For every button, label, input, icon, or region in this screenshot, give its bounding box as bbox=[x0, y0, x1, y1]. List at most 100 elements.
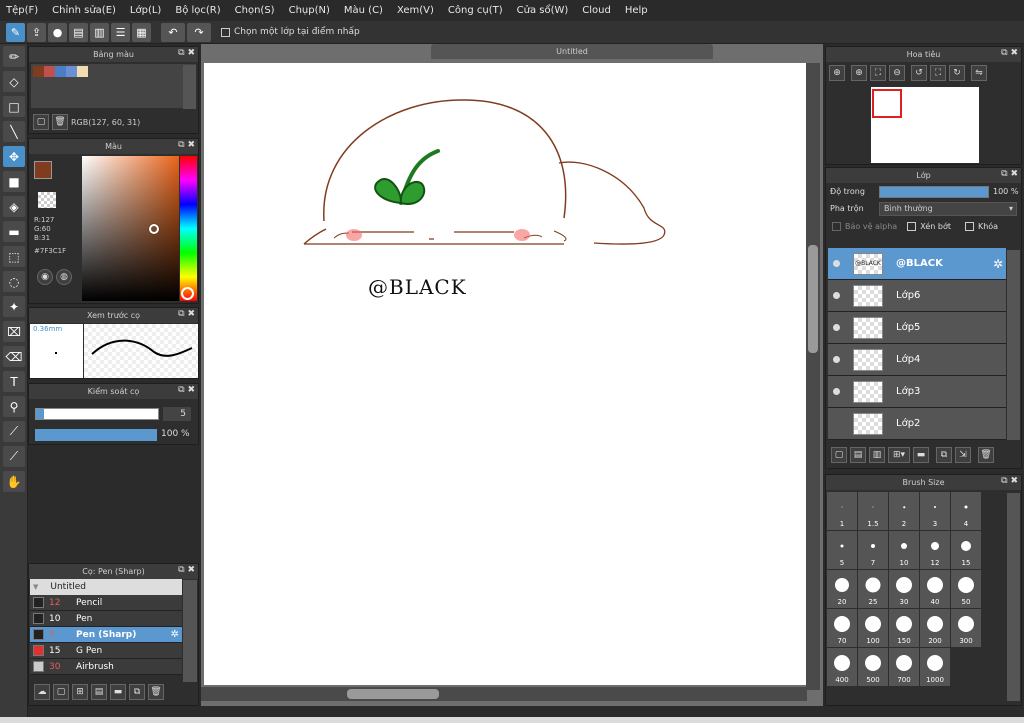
brush-size-cell[interactable]: 150 bbox=[889, 609, 920, 648]
visibility-eye-icon[interactable] bbox=[833, 292, 840, 299]
select-pen-icon[interactable]: ⌧ bbox=[3, 321, 25, 342]
panel-close-icon[interactable]: ⧉ ✖ bbox=[178, 309, 195, 319]
menu-item[interactable]: Chụp(N) bbox=[289, 5, 330, 16]
color-palette-icon[interactable]: ◍ bbox=[56, 269, 72, 285]
gradient-tool-icon[interactable]: ▬ bbox=[3, 221, 25, 242]
palette-swatch[interactable] bbox=[33, 66, 44, 77]
delete-brush-icon[interactable]: 🗑 bbox=[148, 684, 164, 700]
panel-close-icon[interactable]: ⧉ ✖ bbox=[1001, 48, 1018, 58]
layer-row[interactable]: Lớp3 bbox=[828, 376, 1006, 408]
grid-icon[interactable]: ▦ bbox=[132, 22, 151, 42]
brush-size-slider[interactable] bbox=[35, 408, 159, 420]
brush-size-value[interactable]: 5 bbox=[163, 407, 191, 421]
new-1bit-layer-icon[interactable]: ▥ bbox=[869, 447, 885, 463]
canvas-vertical-scrollbar[interactable] bbox=[806, 63, 820, 690]
add-brush-icon[interactable]: ⊞ bbox=[72, 684, 88, 700]
line-tool-icon[interactable]: ╲ bbox=[3, 121, 25, 142]
menu-item[interactable]: Cloud bbox=[582, 5, 611, 16]
brush-size-cell[interactable]: 4 bbox=[951, 492, 982, 531]
brush-mode-icon[interactable]: ✎ bbox=[6, 22, 25, 42]
brush-size-cell[interactable]: 15 bbox=[951, 531, 982, 570]
new-brush-icon[interactable]: ▢ bbox=[53, 684, 69, 700]
rect-tool-icon[interactable]: □ bbox=[3, 96, 25, 117]
brush-size-cell[interactable]: 100 bbox=[858, 609, 889, 648]
menu-item[interactable]: Chỉnh sửa(E) bbox=[52, 5, 116, 16]
brush-size-cell[interactable]: 1000 bbox=[920, 648, 951, 687]
canvas-tab[interactable]: Untitled bbox=[431, 44, 713, 59]
navigator-viewport[interactable] bbox=[872, 89, 902, 118]
layer-settings-gear-icon[interactable]: ✲ bbox=[993, 257, 1003, 271]
brush-size-cell[interactable]: 200 bbox=[920, 609, 951, 648]
brush-size-cell[interactable]: 25 bbox=[858, 570, 889, 609]
panel-close-icon[interactable]: ⧉ ✖ bbox=[1001, 169, 1018, 179]
brush-size-cell[interactable]: 7 bbox=[858, 531, 889, 570]
layers-scrollbar[interactable] bbox=[1007, 250, 1020, 440]
bucket-tool-icon[interactable]: ◈ bbox=[3, 196, 25, 217]
menu-item[interactable]: Chọn(S) bbox=[235, 5, 275, 16]
new-swatch-icon[interactable]: ▢ bbox=[33, 114, 49, 130]
brush-size-cell[interactable]: 20 bbox=[827, 570, 858, 609]
brush-size-cell[interactable]: 70 bbox=[827, 609, 858, 648]
menu-item[interactable]: Lớp(L) bbox=[130, 5, 161, 16]
brush-tool-icon[interactable]: ✏ bbox=[3, 46, 25, 67]
text-tool-icon[interactable]: T bbox=[3, 371, 25, 392]
color-wheel-icon[interactable]: ◉ bbox=[37, 269, 53, 285]
duplicate-icon[interactable]: ⧉ bbox=[129, 684, 145, 700]
menu-item[interactable]: Bộ lọc(R) bbox=[175, 5, 220, 16]
panel-close-icon[interactable]: ⧉ ✖ bbox=[178, 565, 195, 575]
brush-opacity-slider[interactable] bbox=[35, 429, 157, 441]
drawing-canvas[interactable]: @BLACK bbox=[204, 63, 807, 685]
brush-size-cell[interactable]: 40 bbox=[920, 570, 951, 609]
visibility-eye-icon[interactable] bbox=[833, 356, 840, 363]
folder-icon[interactable]: ▬ bbox=[110, 684, 126, 700]
horizontal-scroll-thumb[interactable] bbox=[347, 689, 439, 699]
brush-size-cell[interactable]: 700 bbox=[889, 648, 920, 687]
menu-item[interactable]: Xem(V) bbox=[397, 5, 434, 16]
move-tool-icon[interactable]: ✥ bbox=[3, 146, 25, 167]
palette-swatch[interactable] bbox=[77, 66, 88, 77]
layer-row[interactable]: Lớp4 bbox=[828, 344, 1006, 376]
layer-row[interactable]: Lớp5 bbox=[828, 312, 1006, 344]
share-icon[interactable]: ⇪ bbox=[27, 22, 46, 42]
add-layer-menu-icon[interactable]: ⊞▾ bbox=[888, 447, 910, 463]
divide-tool-icon[interactable]: ⚲ bbox=[3, 396, 25, 417]
duplicate-layer-icon[interactable]: ⧉ bbox=[936, 447, 952, 463]
rotate-right-icon[interactable]: ↻ bbox=[949, 65, 965, 81]
brush-row[interactable]: 30 Airbrush bbox=[30, 659, 182, 675]
alpha-protect-checkbox[interactable] bbox=[832, 221, 841, 231]
palette-scrollbar[interactable] bbox=[183, 65, 196, 109]
eyedropper-icon[interactable]: ⟋ bbox=[3, 421, 25, 442]
color-picker-field[interactable] bbox=[82, 156, 179, 301]
fit-screen-icon[interactable]: ⛶ bbox=[870, 65, 886, 81]
magic-wand-icon[interactable]: ✦ bbox=[3, 296, 25, 317]
blend-mode-select[interactable]: Bình thường ▾ bbox=[879, 201, 1017, 216]
palette-swatch[interactable] bbox=[44, 66, 55, 77]
brush-size-scrollbar[interactable] bbox=[1007, 493, 1020, 701]
new-halftone-layer-icon[interactable]: ▤ bbox=[850, 447, 866, 463]
reset-rotation-icon[interactable]: ⛶ bbox=[930, 65, 946, 81]
brush-group-header[interactable]: ▼ Untitled bbox=[30, 579, 182, 595]
fill-rect-tool-icon[interactable]: ■ bbox=[3, 171, 25, 192]
delete-swatch-icon[interactable]: 🗑 bbox=[52, 114, 68, 130]
select-eraser-icon[interactable]: ⌫ bbox=[3, 346, 25, 367]
dropper-icon[interactable]: ⟋ bbox=[3, 446, 25, 467]
snap-checkbox[interactable] bbox=[221, 27, 230, 37]
lasso-icon[interactable]: ◌ bbox=[3, 271, 25, 292]
redo-icon[interactable]: ↷ bbox=[187, 22, 211, 42]
brush-row[interactable]: 12 Pencil bbox=[30, 595, 182, 611]
clipping-checkbox[interactable] bbox=[907, 221, 917, 231]
brush-size-cell[interactable]: 10 bbox=[889, 531, 920, 570]
panel-close-icon[interactable]: ⧉ ✖ bbox=[178, 140, 195, 150]
zoom-out-icon[interactable]: ⊖ bbox=[889, 65, 905, 81]
hue-slider[interactable] bbox=[180, 156, 197, 301]
layer-row[interactable]: @BLACK @BLACK ✲ bbox=[828, 248, 1006, 280]
delete-layer-icon[interactable]: 🗑 bbox=[978, 447, 994, 463]
layer-folder-icon[interactable]: ▬ bbox=[913, 447, 929, 463]
note-icon[interactable]: ▤ bbox=[69, 22, 88, 42]
brush-size-cell[interactable]: 12 bbox=[920, 531, 951, 570]
menu-item[interactable]: Công cụ(T) bbox=[448, 5, 503, 16]
brush-size-cell[interactable]: 1 bbox=[827, 492, 858, 531]
brush-settings-gear-icon[interactable]: ✲ bbox=[171, 629, 179, 640]
visibility-eye-icon[interactable] bbox=[833, 388, 840, 395]
palette-swatch[interactable] bbox=[55, 66, 66, 77]
